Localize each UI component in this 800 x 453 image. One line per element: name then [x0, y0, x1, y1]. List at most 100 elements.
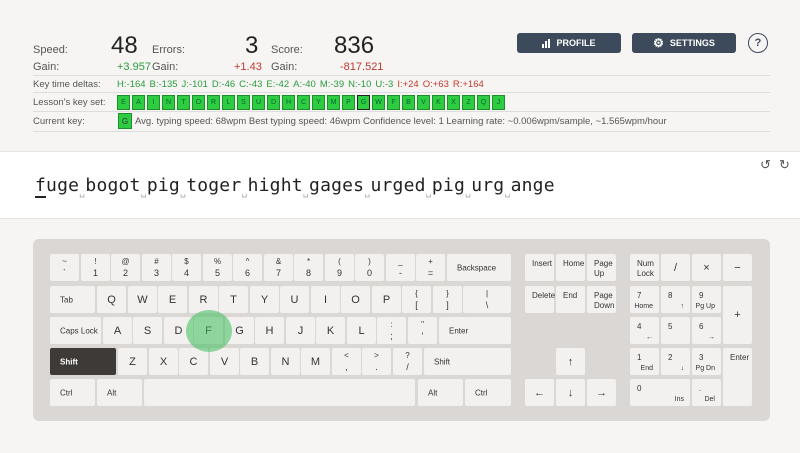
key-l[interactable]: L [347, 317, 376, 344]
key-↑[interactable]: ↑ [556, 348, 585, 375]
key-end[interactable]: End [556, 286, 585, 313]
key-.[interactable]: >. [362, 348, 391, 375]
key-ctrl[interactable]: Ctrl [50, 379, 95, 406]
key-h[interactable]: H [255, 317, 284, 344]
key-caps-lock[interactable]: Caps Lock [50, 317, 101, 344]
key-p[interactable]: P [372, 286, 401, 313]
key-`[interactable]: ~ ` [50, 254, 79, 281]
key-4[interactable]: 4 ← [630, 317, 659, 344]
key-shift[interactable]: Shift [50, 348, 116, 375]
key-num[interactable]: Num Lock [630, 254, 659, 281]
key-7[interactable]: & 7 [264, 254, 293, 281]
key-alt[interactable]: Alt [418, 379, 463, 406]
key-→[interactable]: → [587, 379, 616, 406]
key-home[interactable]: Home [556, 254, 585, 281]
keyset-key: F [387, 95, 400, 110]
key-f[interactable]: F [194, 317, 223, 344]
key-o[interactable]: O [341, 286, 370, 313]
delta-item: B:-135 [149, 79, 178, 90]
key-'[interactable]: " ' [408, 317, 437, 344]
profile-button[interactable]: PROFILE [517, 33, 621, 53]
key-5[interactable]: % 5 [203, 254, 232, 281]
key-3[interactable]: #3 [142, 254, 171, 281]
key-k[interactable]: K [316, 317, 345, 344]
key-enter[interactable]: Enter [439, 317, 511, 344]
key-n[interactable]: N [271, 348, 300, 375]
key-t[interactable]: T [219, 286, 248, 313]
key-w[interactable]: W [128, 286, 157, 313]
key-tab[interactable]: Tab [50, 286, 95, 313]
key-q[interactable]: Q [97, 286, 126, 313]
key-6[interactable]: ^ 6 [233, 254, 262, 281]
key-\[interactable]: | \ [463, 286, 511, 313]
key-g[interactable]: G [225, 317, 254, 344]
key-m[interactable]: M [301, 348, 330, 375]
key-enter[interactable]: Enter [723, 348, 752, 406]
key-↓[interactable]: ↓ [556, 379, 585, 406]
key-5[interactable]: 5 [661, 317, 690, 344]
key-9[interactable]: 9 Pg Up [692, 286, 721, 313]
key-shift[interactable]: Shift [424, 348, 511, 375]
key-page[interactable]: Page Down [587, 286, 616, 313]
key-0[interactable]: ) 0 [355, 254, 384, 281]
key-3[interactable]: 3 Pg Dn [692, 348, 721, 375]
key-8[interactable]: * 8 [294, 254, 323, 281]
key-ctrl[interactable]: Ctrl [465, 379, 511, 406]
key-][interactable]: }] [433, 286, 462, 313]
lesson-text-panel[interactable]: fuge␣bogot␣pig␣toger␣hight␣gages␣urged␣p… [0, 151, 800, 219]
key-e[interactable]: E [158, 286, 187, 313]
key-8[interactable]: 8 ↑ [661, 286, 690, 313]
key-z[interactable]: Z [118, 348, 147, 375]
key-i[interactable]: I [311, 286, 340, 313]
score-value: 836 [334, 32, 375, 59]
key-×[interactable]: × [692, 254, 721, 281]
key-backspace[interactable]: Backspace [447, 254, 511, 281]
key-u[interactable]: U [280, 286, 309, 313]
key-9[interactable]: (9 [325, 254, 354, 281]
key-+[interactable]: + [723, 286, 752, 344]
key-6[interactable]: 6 → [692, 317, 721, 344]
key-2[interactable]: @2 [111, 254, 140, 281]
key-x[interactable]: X [149, 348, 178, 375]
key-1[interactable]: 1 End [630, 348, 659, 375]
deltas-list: H:-164 B:-135 J:-101 D:-46 C:-43 E:-42 A:-40 M:… [117, 79, 488, 90]
key-v[interactable]: V [210, 348, 239, 375]
key-j[interactable]: J [286, 317, 315, 344]
key--[interactable]: _ - [386, 254, 415, 281]
key-7[interactable]: 7 Home [630, 286, 659, 313]
key-/[interactable]: ? / [393, 348, 422, 375]
speed-label: Speed: [33, 44, 68, 56]
key-alt[interactable]: Alt [97, 379, 142, 406]
key-4[interactable]: $4 [172, 254, 201, 281]
key-.[interactable]: . Del [692, 379, 721, 406]
key-c[interactable]: C [179, 348, 208, 375]
key-0[interactable]: 0 Ins [630, 379, 690, 406]
key-delete[interactable]: Delete [525, 286, 555, 313]
score-gain-label: Gain: [271, 61, 298, 73]
space-marker: ␣ [465, 187, 472, 198]
key-2[interactable]: 2 ↓ [661, 348, 690, 375]
key-space[interactable] [144, 379, 415, 406]
key-[[interactable]: {[ [402, 286, 431, 313]
key-←[interactable]: ← [525, 379, 554, 406]
key-a[interactable]: A [103, 317, 132, 344]
key-y[interactable]: Y [250, 286, 279, 313]
help-button[interactable]: ? [748, 33, 768, 53]
key-;[interactable]: :; [377, 317, 406, 344]
key-d[interactable]: D [164, 317, 193, 344]
key-s[interactable]: S [133, 317, 162, 344]
settings-button[interactable]: ⚙ SETTINGS [632, 33, 736, 53]
key-=[interactable]: + = [416, 254, 445, 281]
key-/[interactable]: / [661, 254, 690, 281]
key-b[interactable]: B [240, 348, 269, 375]
key-insert[interactable]: Insert [525, 254, 554, 281]
key-page[interactable]: Page Up [587, 254, 616, 281]
keyset-label: Lesson's key set: [33, 97, 106, 108]
key-r[interactable]: R [189, 286, 218, 313]
redo-icon[interactable]: ↻ [779, 157, 790, 173]
key-,[interactable]: <, [332, 348, 361, 375]
key-1[interactable]: ! 1 [81, 254, 110, 281]
reset-icon[interactable]: ↺ [760, 157, 771, 173]
key-−[interactable]: − [723, 254, 752, 281]
keyset-key: X [447, 95, 460, 110]
